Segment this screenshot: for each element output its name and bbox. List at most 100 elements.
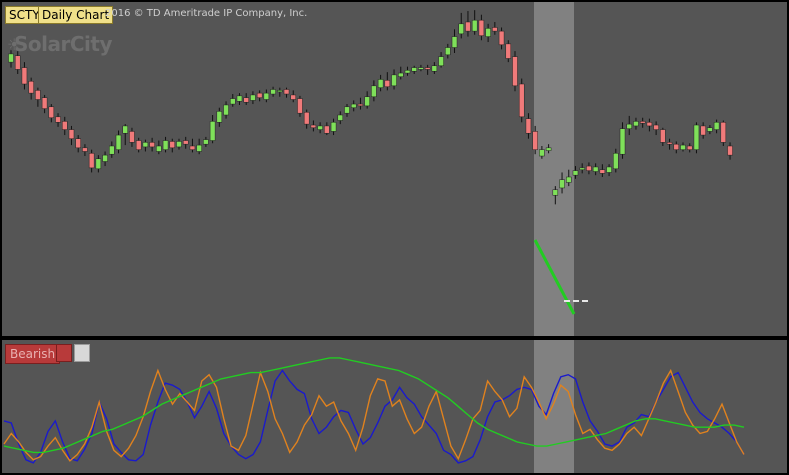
- orange-oscillator-line: [3, 368, 745, 462]
- candle: [371, 80, 377, 102]
- candle: [256, 90, 263, 102]
- candle-body: [68, 129, 75, 139]
- candle-body: [539, 149, 545, 157]
- candle-body: [270, 89, 276, 95]
- candle: [660, 127, 666, 146]
- candle: [411, 65, 417, 74]
- candle-body: [465, 21, 471, 32]
- candle-body: [209, 121, 216, 141]
- candle: [162, 136, 169, 153]
- candle-body: [283, 89, 290, 95]
- green-average-line: [3, 357, 745, 454]
- candle: [297, 95, 303, 117]
- candle-body: [566, 176, 572, 183]
- candle-body: [14, 55, 21, 70]
- candle-body: [639, 121, 646, 124]
- candle: [391, 69, 397, 90]
- candle: [693, 122, 700, 154]
- candle-body: [404, 70, 411, 74]
- candle-body: [196, 144, 202, 152]
- candle-body: [290, 94, 296, 100]
- period-chip[interactable]: Daily Chart: [38, 6, 114, 24]
- candle: [337, 111, 344, 125]
- candle-body: [344, 106, 350, 114]
- candle: [377, 74, 384, 92]
- candle: [720, 120, 727, 146]
- candle: [424, 64, 431, 75]
- candle-body: [525, 118, 532, 134]
- candle-body: [680, 144, 686, 150]
- candle-body: [162, 140, 169, 150]
- candle: [230, 94, 236, 107]
- candle-body: [492, 27, 498, 32]
- candle: [606, 164, 612, 177]
- candle-body: [613, 153, 619, 170]
- candle-body: [424, 67, 431, 70]
- candle-body: [686, 145, 693, 150]
- candle: [700, 122, 706, 139]
- candle-body: [62, 121, 68, 130]
- candle-body: [552, 189, 559, 196]
- candle-body: [263, 92, 270, 100]
- candle-body: [75, 138, 81, 149]
- oscillator-chart[interactable]: [2, 340, 787, 473]
- candle: [55, 113, 61, 127]
- blue-oscillator-line: [3, 369, 745, 464]
- candle: [122, 124, 128, 146]
- candle: [68, 125, 75, 146]
- candle-body: [142, 142, 149, 148]
- candle: [223, 101, 229, 119]
- candle: [344, 104, 350, 117]
- candle: [156, 140, 162, 155]
- candle-body: [619, 128, 626, 155]
- candle-body: [700, 125, 706, 136]
- candle-body: [95, 158, 102, 170]
- candle-body: [666, 142, 673, 145]
- candle-body: [156, 145, 162, 152]
- candle: [445, 43, 451, 59]
- candle-body: [498, 30, 505, 46]
- candle-body: [236, 95, 243, 102]
- candle: [169, 138, 176, 153]
- candle-body: [599, 169, 606, 174]
- candle-body: [713, 122, 720, 130]
- indicator-panel[interactable]: [2, 340, 787, 473]
- candle-body: [223, 104, 229, 116]
- candle: [176, 138, 182, 150]
- candle-body: [633, 121, 639, 127]
- candle: [451, 29, 458, 53]
- candle-body: [505, 43, 512, 59]
- candle: [102, 151, 108, 167]
- candle: [713, 119, 720, 134]
- candle: [727, 142, 733, 160]
- candle-body: [391, 74, 397, 87]
- candle-body: [673, 143, 680, 150]
- candle-body: [579, 167, 585, 170]
- chart-window: ☀ SolarCity SCTY Daily Chart 2016 © TD A…: [0, 0, 789, 475]
- candle: [505, 40, 512, 63]
- candle: [135, 137, 142, 153]
- candle: [626, 115, 632, 136]
- candle-body: [129, 131, 135, 143]
- candle-body: [720, 122, 727, 143]
- candle-body: [445, 47, 451, 56]
- candle-body: [411, 67, 417, 72]
- candle: [82, 144, 88, 157]
- candle-body: [176, 141, 182, 148]
- candle-body: [357, 103, 364, 107]
- candle: [196, 138, 202, 155]
- candle-body: [203, 139, 209, 145]
- company-logo: SolarCity: [14, 32, 113, 56]
- price-panel[interactable]: [2, 2, 787, 336]
- candlestick-chart[interactable]: [2, 2, 787, 336]
- candle: [646, 118, 653, 132]
- candle: [599, 164, 606, 177]
- candle: [303, 109, 310, 129]
- candle: [666, 138, 673, 150]
- candle: [21, 62, 28, 90]
- candle-body: [303, 112, 310, 125]
- candle: [109, 141, 115, 158]
- candle-body: [545, 147, 552, 151]
- candle: [290, 90, 296, 103]
- candle: [686, 143, 693, 153]
